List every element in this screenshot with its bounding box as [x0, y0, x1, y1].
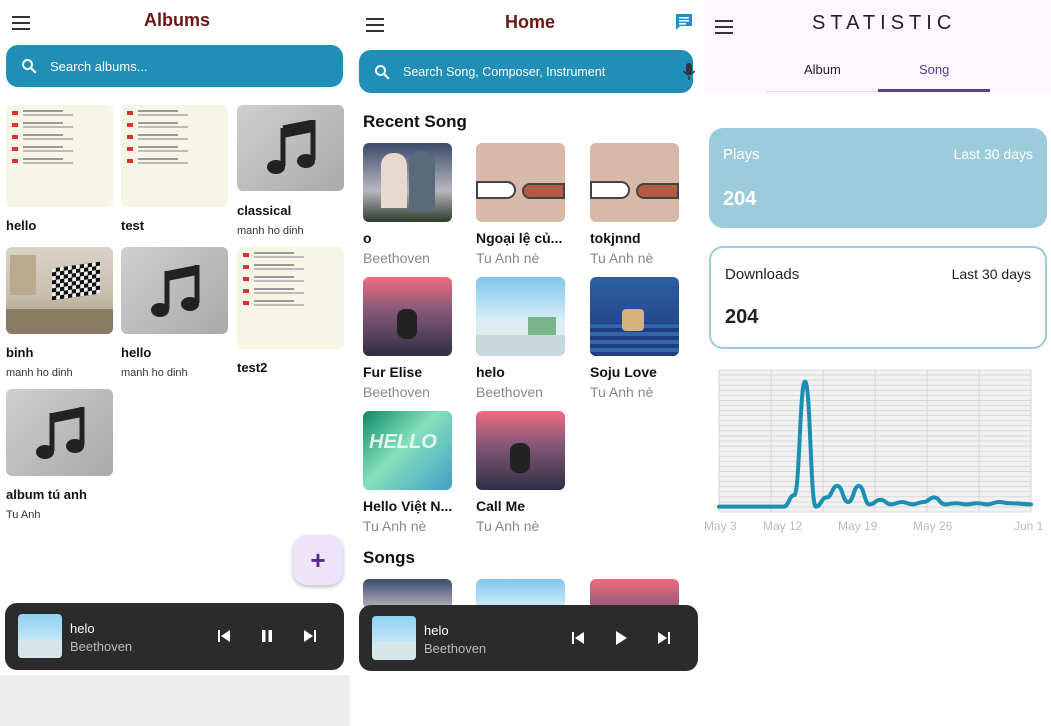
album-artist: manh ho dinh	[6, 367, 73, 379]
skip-next-icon[interactable]	[655, 629, 673, 647]
song-artist: Beethoven	[363, 250, 430, 266]
song-artist: Beethoven	[363, 384, 430, 400]
song-title[interactable]: Ngoại lệ củ...	[476, 230, 562, 246]
x-tick-label: May 19	[838, 519, 878, 533]
album-cover[interactable]	[6, 247, 113, 334]
nav-bar-area	[0, 675, 350, 726]
song-artist: Tu Anh nè	[590, 384, 654, 400]
music-note-icon[interactable]	[121, 247, 228, 334]
x-tick-label: May 3	[704, 519, 737, 533]
album-name[interactable]: test2	[237, 360, 267, 375]
menu-icon[interactable]	[12, 16, 30, 30]
song-artist: Tu Anh nè	[476, 250, 540, 266]
album-cover[interactable]	[237, 247, 344, 349]
nav-bar-area	[354, 675, 704, 726]
song-artist: Tu Anh nè	[590, 250, 654, 266]
song-cover[interactable]	[590, 143, 679, 222]
album-cover[interactable]	[6, 105, 113, 207]
tab-album[interactable]: Album	[804, 62, 841, 77]
now-playing-art	[18, 614, 62, 658]
now-playing-artist: Beethoven	[70, 639, 133, 654]
page-title: Home	[505, 12, 556, 32]
now-playing-title: helo	[70, 621, 95, 636]
album-artist: manh ho dinh	[237, 225, 304, 237]
home-screen: Home Search Song, Composer, Instrument R…	[354, 0, 704, 726]
recent-song-heading: Recent Song	[363, 112, 467, 131]
album-name[interactable]: classical	[237, 203, 291, 218]
song-title[interactable]: Call Me	[476, 498, 525, 514]
song-cover[interactable]	[590, 277, 679, 356]
music-note-icon[interactable]	[6, 389, 113, 476]
page-title: Albums	[144, 10, 211, 30]
x-tick-label: Jun 1	[1014, 519, 1044, 533]
song-cover[interactable]: HELLO	[363, 411, 452, 490]
song-title[interactable]: Hello Việt N...	[363, 498, 452, 514]
album-artist: Tu Anh	[6, 509, 41, 521]
plays-line-chart	[717, 369, 1033, 513]
plays-period: Last 30 days	[953, 146, 1033, 162]
search-input[interactable]: Search Song, Composer, Instrument	[403, 65, 605, 79]
album-name[interactable]: hello	[121, 345, 151, 360]
album-name[interactable]: album tú anh	[6, 487, 87, 502]
song-cover[interactable]	[476, 143, 565, 222]
song-cover[interactable]	[476, 277, 565, 356]
microphone-icon[interactable]	[682, 62, 696, 82]
song-title[interactable]: Fur Elise	[363, 364, 422, 380]
song-title[interactable]: helo	[476, 364, 505, 380]
search-bar[interactable]: Search albums...	[6, 45, 343, 87]
downloads-label: Downloads	[725, 266, 800, 283]
plays-value: 204	[723, 188, 757, 210]
add-album-button[interactable]: +	[293, 535, 343, 585]
song-cover[interactable]	[363, 277, 452, 356]
mini-player[interactable]: helo Beethoven	[5, 603, 344, 670]
tab-indicator	[878, 89, 990, 92]
x-tick-label: May 26	[913, 519, 953, 533]
song-title[interactable]: tokjnnd	[590, 230, 641, 246]
songs-heading: Songs	[363, 548, 415, 567]
statistic-screen: STATISTIC Album Song Plays Last 30 days …	[704, 0, 1051, 726]
song-cover[interactable]	[363, 143, 452, 222]
now-playing-artist: Beethoven	[424, 641, 487, 656]
pause-icon[interactable]	[258, 627, 276, 645]
plays-card: Plays Last 30 days 204	[709, 128, 1047, 228]
albums-screen: Albums Search albums... hello test class…	[0, 0, 350, 726]
search-icon	[22, 59, 37, 74]
search-input[interactable]: Search albums...	[50, 59, 148, 74]
skip-previous-icon[interactable]	[569, 629, 587, 647]
downloads-value: 204	[725, 306, 759, 328]
skip-previous-icon[interactable]	[215, 627, 233, 645]
album-cover[interactable]	[121, 105, 228, 207]
album-name[interactable]: test	[121, 218, 144, 233]
now-playing-title: helo	[424, 623, 449, 638]
now-playing-art	[372, 616, 416, 660]
plays-label: Plays	[723, 146, 760, 163]
downloads-card: Downloads Last 30 days 204	[709, 246, 1047, 349]
skip-next-icon[interactable]	[301, 627, 319, 645]
song-artist: Beethoven	[476, 384, 543, 400]
chat-icon[interactable]	[674, 12, 694, 32]
downloads-period: Last 30 days	[951, 266, 1031, 282]
mini-player[interactable]: helo Beethoven	[359, 605, 698, 671]
album-artist: manh ho dinh	[121, 367, 188, 379]
x-tick-label: May 12	[763, 519, 803, 533]
play-icon[interactable]	[612, 629, 630, 647]
tab-song[interactable]: Song	[919, 62, 949, 77]
song-title[interactable]: o	[363, 230, 372, 246]
page-title: STATISTIC	[812, 12, 957, 34]
song-title[interactable]: Soju Love	[590, 364, 657, 380]
search-icon	[375, 64, 390, 79]
menu-icon[interactable]	[715, 20, 733, 34]
album-name[interactable]: hello	[6, 218, 36, 233]
song-artist: Tu Anh nè	[363, 518, 427, 534]
menu-icon[interactable]	[366, 18, 384, 32]
song-cover[interactable]	[476, 411, 565, 490]
album-name[interactable]: binh	[6, 345, 33, 360]
song-artist: Tu Anh nè	[476, 518, 540, 534]
chart-grid	[718, 369, 1032, 513]
music-note-icon[interactable]	[237, 105, 344, 191]
search-bar[interactable]: Search Song, Composer, Instrument	[359, 50, 696, 93]
